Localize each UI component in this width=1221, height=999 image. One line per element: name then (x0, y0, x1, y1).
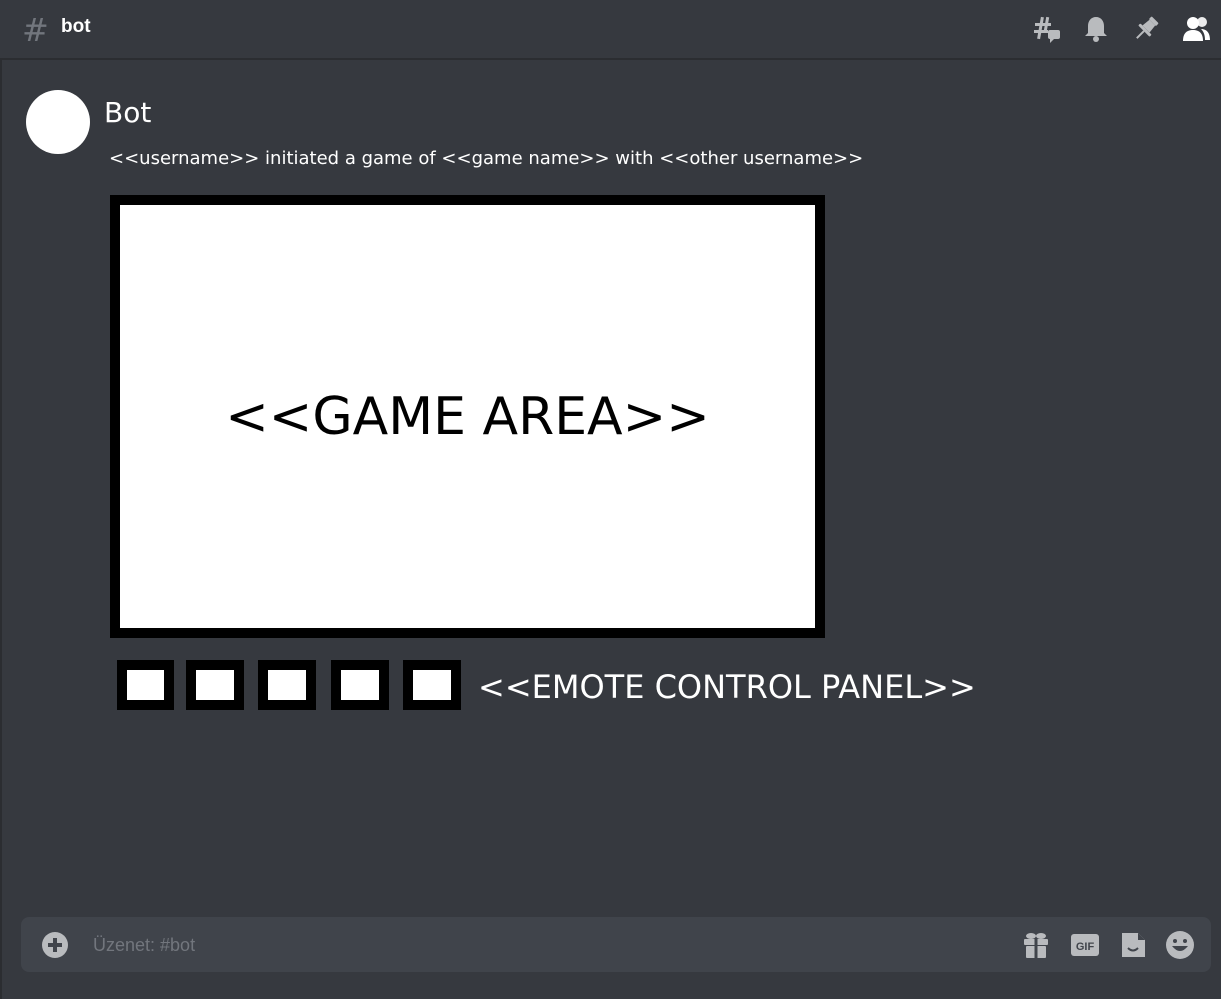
message-composer: GIF (21, 917, 1211, 972)
game-area-label: <<GAME AREA>> (225, 386, 710, 447)
game-area[interactable]: <<GAME AREA>> (110, 195, 825, 638)
sticker-icon[interactable] (1118, 930, 1148, 960)
channel-header: # bot (0, 0, 1221, 60)
emoji-icon[interactable] (1165, 930, 1195, 960)
left-border (0, 60, 2, 999)
add-icon[interactable] (42, 932, 68, 958)
members-icon[interactable] (1181, 14, 1211, 44)
pin-icon[interactable] (1131, 14, 1161, 44)
gif-icon-label: GIF (1076, 941, 1095, 953)
emote-button-2[interactable] (186, 660, 244, 710)
channel-name: bot (61, 16, 91, 37)
emote-button-1[interactable] (117, 660, 174, 710)
threads-icon[interactable] (1032, 14, 1062, 44)
bot-avatar[interactable] (26, 90, 90, 154)
emote-button-4[interactable] (331, 660, 389, 710)
gift-icon[interactable] (1021, 930, 1051, 960)
message-author[interactable]: Bot (104, 96, 151, 129)
emote-button-3[interactable] (258, 660, 316, 710)
bell-icon[interactable] (1081, 14, 1111, 44)
message-text: <<username>> initiated a game of <<game … (109, 148, 864, 169)
emote-button-5[interactable] (403, 660, 461, 710)
channel-hash-icon: # (22, 11, 49, 49)
message-input[interactable] (91, 927, 995, 964)
emote-control-panel-label: <<EMOTE CONTROL PANEL>> (478, 668, 976, 706)
gif-icon[interactable]: GIF (1070, 930, 1100, 960)
